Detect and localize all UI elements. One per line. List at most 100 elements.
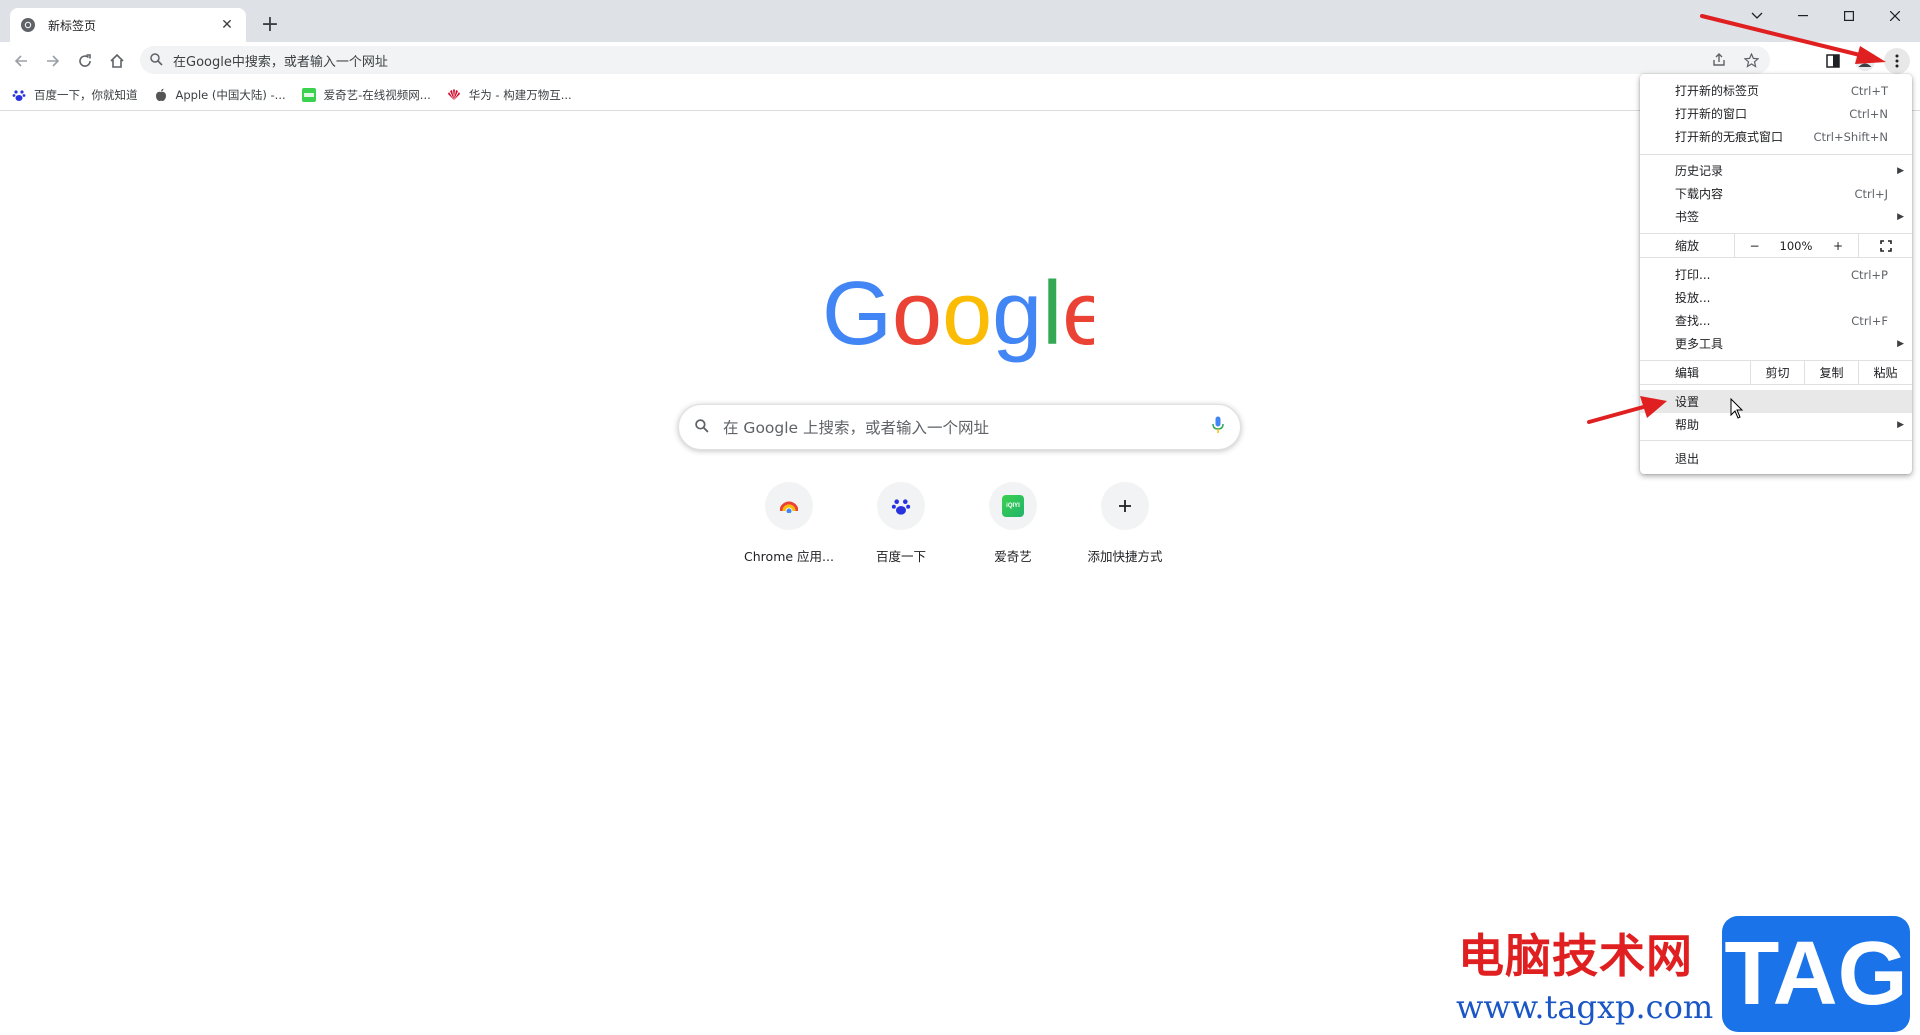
menu-item-print[interactable]: 打印... Ctrl+P: [1640, 263, 1912, 286]
shortcut-label: 百度一下: [875, 549, 926, 564]
menu-item-bookmarks[interactable]: 书签 ▶: [1640, 205, 1912, 228]
zoom-in-button[interactable]: +: [1818, 234, 1858, 257]
menu-item-label: 打开新的无痕式窗口: [1675, 130, 1784, 144]
shortcut-baidu[interactable]: 百度一下: [845, 482, 957, 565]
profile-button[interactable]: [1852, 48, 1878, 74]
menu-item-downloads[interactable]: 下载内容 Ctrl+J: [1640, 182, 1912, 205]
new-tab-button[interactable]: +: [258, 12, 282, 37]
three-dots-vertical-icon: [1895, 54, 1899, 68]
bookmark-label: 百度一下，你就知道: [34, 87, 138, 102]
menu-item-shortcut: Ctrl+F: [1851, 313, 1888, 328]
shortcut-label: 爱奇艺: [994, 549, 1032, 564]
menu-item-label: 查找...: [1675, 314, 1711, 328]
search-icon: [150, 51, 163, 70]
google-logo: Google: [822, 264, 1112, 364]
menu-item-label: 帮助: [1675, 418, 1700, 432]
fullscreen-button[interactable]: [1858, 234, 1912, 257]
tab-title: 新标签页: [48, 18, 97, 33]
menu-item-incognito[interactable]: 打开新的无痕式窗口 Ctrl+Shift+N: [1640, 125, 1912, 148]
menu-item-new-tab[interactable]: 打开新的标签页 Ctrl+T: [1640, 79, 1912, 102]
menu-edit-row: 编辑 剪切 复制 粘贴: [1640, 360, 1912, 385]
menu-item-label: 书签: [1675, 210, 1700, 224]
search-icon: [695, 418, 709, 437]
menu-item-new-window[interactable]: 打开新的窗口 Ctrl+N: [1640, 102, 1912, 125]
menu-item-shortcut: Ctrl+Shift+N: [1813, 129, 1888, 144]
menu-separator: [1640, 440, 1912, 441]
close-tab-icon[interactable]: ✕: [218, 16, 236, 34]
menu-item-history[interactable]: 历史记录 ▶: [1640, 159, 1912, 182]
iqiyi-icon-text: iQIYI: [1006, 503, 1020, 509]
submenu-arrow-icon: ▶: [1897, 338, 1904, 349]
browser-window: 新标签页 ✕ + 在Google中搜索，或者输入一个网址 百度一下，你就知道 A…: [0, 0, 1920, 1035]
back-button[interactable]: [8, 48, 34, 74]
microphone-icon[interactable]: [1212, 416, 1224, 438]
menu-item-label: 打开新的窗口: [1675, 107, 1748, 121]
bookmark-star-icon[interactable]: [1738, 47, 1764, 73]
watermark-tag-logo: TAG: [1722, 916, 1910, 1032]
menu-item-find[interactable]: 查找... Ctrl+F: [1640, 309, 1912, 332]
shortcut-add[interactable]: 添加快捷方式: [1069, 482, 1181, 565]
menu-item-label: 更多工具: [1675, 337, 1724, 351]
watermark-url: www.tagxp.com: [1456, 988, 1714, 1026]
close-window-button[interactable]: [1872, 0, 1918, 32]
menu-item-shortcut: Ctrl+T: [1850, 83, 1888, 98]
search-placeholder: 在 Google 上搜索，或者输入一个网址: [723, 419, 990, 437]
baidu-icon: [877, 482, 925, 530]
menu-item-shortcut: Ctrl+N: [1849, 106, 1888, 121]
iqiyi-icon: [301, 87, 316, 102]
plus-icon: [1101, 482, 1149, 530]
share-icon[interactable]: [1706, 47, 1732, 73]
shortcut-chrome-web-store[interactable]: Chrome 应用...: [733, 482, 845, 565]
bookmark-label: Apple (中国大陆) -...: [175, 87, 286, 102]
side-panel-icon: [1826, 54, 1840, 68]
menu-item-label: 投放...: [1675, 291, 1711, 305]
watermark-title: 电脑技术网: [1458, 929, 1693, 983]
profile-avatar-icon: [1855, 51, 1875, 71]
zoom-level: 100%: [1779, 238, 1813, 253]
tab-new-tab[interactable]: 新标签页 ✕: [10, 8, 246, 42]
menu-item-exit[interactable]: 退出: [1640, 447, 1912, 470]
menu-item-help[interactable]: 帮助 ▶: [1640, 413, 1912, 436]
reload-icon: [79, 54, 91, 67]
home-button[interactable]: [104, 48, 130, 74]
site-watermark: 电脑技术网 www.tagxp.com TAG: [1450, 910, 1920, 1035]
bookmark-label: 华为 - 构建万物互...: [468, 87, 572, 102]
chrome-icon: [20, 17, 36, 33]
menu-item-label: 设置: [1675, 395, 1700, 409]
back-arrow-icon: [14, 55, 27, 67]
minimize-button[interactable]: [1780, 0, 1826, 32]
address-bar-placeholder: 在Google中搜索，或者输入一个网址: [173, 54, 388, 70]
shortcut-iqiyi[interactable]: iQIYI 爱奇艺: [957, 482, 1069, 565]
tab-search-button[interactable]: [1734, 0, 1780, 32]
menu-item-cast[interactable]: 投放...: [1640, 286, 1912, 309]
bookmark-iqiyi[interactable]: 爱奇艺-在线视频网...: [301, 87, 431, 103]
submenu-arrow-icon: ▶: [1897, 211, 1904, 222]
forward-button[interactable]: [40, 48, 66, 74]
watermark-tag-text: TAG: [1724, 923, 1908, 1024]
google-search-box[interactable]: 在 Google 上搜索，或者输入一个网址: [678, 404, 1241, 450]
bookmark-apple[interactable]: Apple (中国大陆) -...: [154, 87, 286, 103]
home-icon: [110, 53, 124, 68]
bookmark-label: 爱奇艺-在线视频网...: [323, 87, 431, 102]
fullscreen-icon: [1879, 239, 1892, 252]
menu-item-label: 下载内容: [1675, 187, 1724, 201]
maximize-button[interactable]: [1826, 0, 1872, 32]
chrome-menu-button[interactable]: [1884, 48, 1910, 74]
menu-zoom-row: 缩放 − 100% +: [1640, 233, 1912, 258]
bookmark-huawei[interactable]: 华为 - 构建万物互...: [447, 87, 572, 103]
bookmarks-bar: 百度一下，你就知道 Apple (中国大陆) -... 爱奇艺-在线视频网...…: [0, 79, 1920, 111]
menu-item-label: 退出: [1675, 452, 1700, 466]
copy-button[interactable]: 复制: [1804, 361, 1858, 384]
bookmark-baidu[interactable]: 百度一下，你就知道: [12, 87, 138, 103]
paste-button[interactable]: 粘贴: [1858, 361, 1912, 384]
side-panel-button[interactable]: [1820, 48, 1846, 74]
baidu-icon: [12, 88, 26, 102]
apple-icon: [154, 88, 168, 102]
menu-item-settings[interactable]: 设置: [1640, 390, 1912, 413]
menu-item-more-tools[interactable]: 更多工具 ▶: [1640, 332, 1912, 355]
address-bar[interactable]: 在Google中搜索，或者输入一个网址: [140, 46, 1770, 74]
cut-button[interactable]: 剪切: [1750, 361, 1804, 384]
zoom-out-button[interactable]: −: [1734, 234, 1774, 257]
toolbar: 在Google中搜索，或者输入一个网址: [0, 42, 1920, 79]
reload-button[interactable]: [72, 48, 98, 74]
